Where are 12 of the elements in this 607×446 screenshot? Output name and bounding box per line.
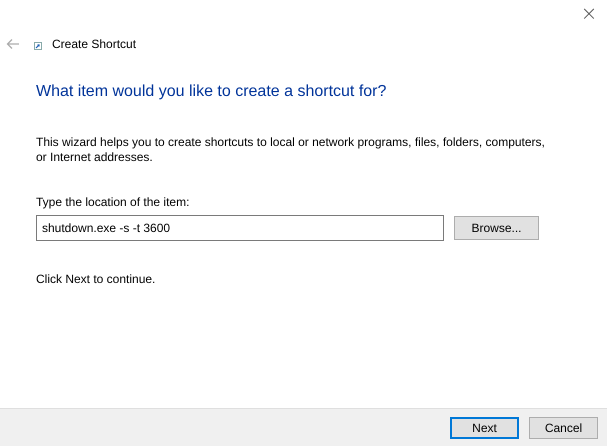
field-label: Type the location of the item: <box>36 194 190 211</box>
back-arrow-icon[interactable] <box>6 38 20 50</box>
description-text: This wizard helps you to create shortcuts to local or network programs, files, folders, computers, or Internet addresses. <box>36 135 546 165</box>
dialog-button[interactable]: Next <box>450 416 519 438</box>
browse-button[interactable]: Browse... <box>454 216 539 240</box>
shortcut-icon <box>34 42 42 50</box>
dialog-button[interactable]: Cancel <box>529 416 598 438</box>
close-button[interactable]: × <box>577 0 601 26</box>
page-heading: What item would you like to create a shortcut for? <box>36 82 388 102</box>
hint-text: Click Next to continue. <box>36 271 156 288</box>
location-field[interactable]: shutdown.exe -s -t 3600 <box>36 215 444 241</box>
window-title: Create Shortcut <box>52 36 136 53</box>
